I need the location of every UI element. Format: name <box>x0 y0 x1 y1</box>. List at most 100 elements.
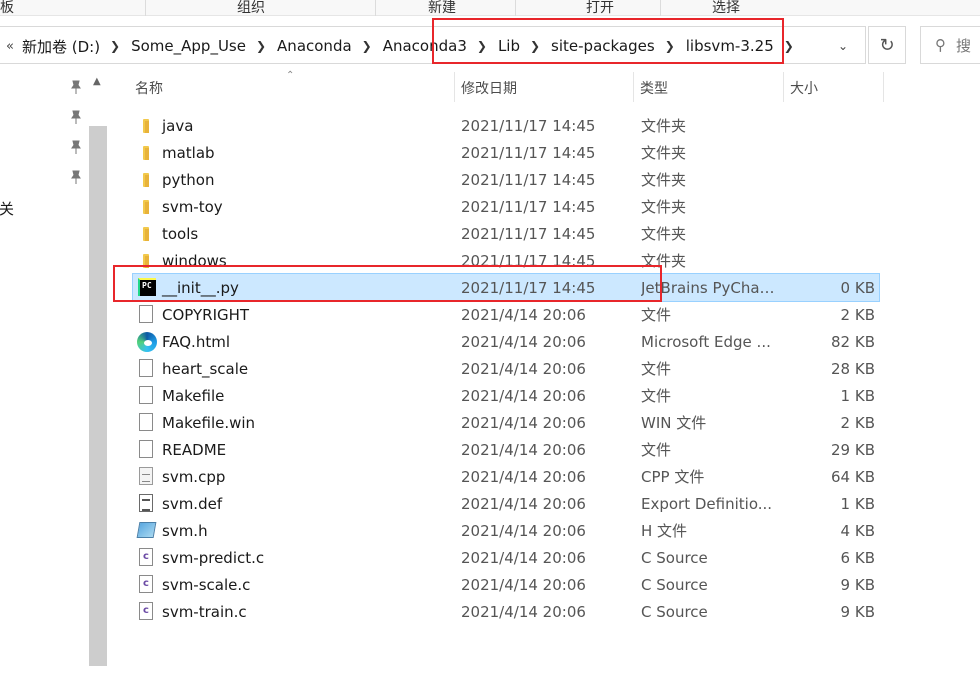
ribbon-group-select[interactable]: 选择 <box>712 0 740 17</box>
scroll-up-icon[interactable]: ▲ <box>93 76 101 87</box>
chevron-right-icon[interactable]: ❯ <box>784 39 794 53</box>
folder-row-tools[interactable]: tools 2021/11/17 14:45 文件夹 <box>133 220 879 247</box>
file-row-readme[interactable]: README 2021/4/14 20:06 文件 29 KB <box>133 436 879 463</box>
file-size: 4 KB <box>840 521 875 540</box>
file-row-svm-train-c[interactable]: c svm-train.c 2021/4/14 20:06 C Source 9… <box>133 598 879 625</box>
file-row-svm-h[interactable]: svm.h 2021/4/14 20:06 H 文件 4 KB <box>133 517 879 544</box>
file-row-svm-scale-c[interactable]: c svm-scale.c 2021/4/14 20:06 C Source 9… <box>133 571 879 598</box>
breadcrumb-overflow-button[interactable]: « <box>6 39 14 54</box>
folder-row-python[interactable]: python 2021/11/17 14:45 文件夹 <box>133 166 879 193</box>
file-date: 2021/4/14 20:06 <box>461 602 586 621</box>
folder-row-java[interactable]: java 2021/11/17 14:45 文件夹 <box>133 112 879 139</box>
file-name: Makefile <box>162 386 225 405</box>
breadcrumb-item-drive[interactable]: 新加卷 (D:) <box>22 36 100 57</box>
nav-item-related[interactable]: 相关 <box>0 198 14 219</box>
column-divider[interactable] <box>454 72 455 102</box>
file-row-svm-def[interactable]: svm.def 2021/4/14 20:06 Export Definitio… <box>133 490 879 517</box>
file-date: 2021/4/14 20:06 <box>461 467 586 486</box>
file-size: 28 KB <box>831 359 875 378</box>
breadcrumb-item-some-app-use[interactable]: Some_App_Use <box>131 37 246 55</box>
file-type: WIN 文件 <box>641 414 707 432</box>
column-divider[interactable] <box>883 72 884 102</box>
annotation-box-path <box>432 18 784 64</box>
file-type: 文件夹 <box>641 171 687 189</box>
file-name: tools <box>162 224 199 243</box>
file-row-faq-html[interactable]: FAQ.html 2021/4/14 20:06 Microsoft Edge … <box>133 328 879 355</box>
c-source-icon: c <box>137 602 155 621</box>
chevron-right-icon[interactable]: ❯ <box>362 39 372 53</box>
file-row-makefile-win[interactable]: Makefile.win 2021/4/14 20:06 WIN 文件 2 KB <box>133 409 879 436</box>
file-row-svm-cpp[interactable]: svm.cpp 2021/4/14 20:06 CPP 文件 64 KB <box>133 463 879 490</box>
file-size: 82 KB <box>831 332 875 351</box>
ribbon-group-organize[interactable]: 组织 <box>237 0 265 17</box>
file-size: 64 KB <box>831 467 875 486</box>
file-name: matlab <box>162 143 215 162</box>
ribbon-separator <box>145 0 146 16</box>
ribbon-bar: 板 组织 新建 打开 选择 <box>0 0 980 16</box>
column-divider[interactable] <box>633 72 634 102</box>
folder-icon <box>137 197 155 216</box>
file-type: CPP 文件 <box>641 468 705 486</box>
chevron-right-icon[interactable]: ❯ <box>256 39 266 53</box>
file-date: 2021/4/14 20:06 <box>461 413 586 432</box>
file-date: 2021/4/14 20:06 <box>461 332 586 351</box>
search-input[interactable]: ⚲ 搜 <box>920 26 980 64</box>
file-type: C Source <box>641 575 708 594</box>
refresh-button[interactable]: ↻ <box>868 26 906 64</box>
file-date: 2021/11/17 14:45 <box>461 143 596 162</box>
column-header-name[interactable]: 名称 <box>135 78 163 98</box>
file-name: svm-scale.c <box>162 575 251 594</box>
file-row-makefile[interactable]: Makefile 2021/4/14 20:06 文件 1 KB <box>133 382 879 409</box>
edge-icon <box>137 332 157 352</box>
file-name: python <box>162 170 215 189</box>
file-date: 2021/4/14 20:06 <box>461 359 586 378</box>
file-name: java <box>162 116 194 135</box>
column-header-row: ⌃ 名称 修改日期 类型 大小 <box>108 70 980 106</box>
column-header-type[interactable]: 类型 <box>640 78 668 98</box>
column-header-date[interactable]: 修改日期 <box>461 78 517 98</box>
ribbon-separator <box>515 0 516 16</box>
folder-row-matlab[interactable]: matlab 2021/11/17 14:45 文件夹 <box>133 139 879 166</box>
file-size: 2 KB <box>840 413 875 432</box>
folder-row-svm-toy[interactable]: svm-toy 2021/11/17 14:45 文件夹 <box>133 193 879 220</box>
sort-ascending-icon: ⌃ <box>286 70 295 81</box>
c-source-icon: c <box>137 548 155 567</box>
file-name: svm-train.c <box>162 602 247 621</box>
ribbon-group-open[interactable]: 打开 <box>586 0 614 17</box>
folder-icon <box>137 116 155 135</box>
file-date: 2021/11/17 14:45 <box>461 116 596 135</box>
file-type: 文件 <box>641 441 672 459</box>
ribbon-separator <box>660 0 661 16</box>
file-row-svm-predict-c[interactable]: c svm-predict.c 2021/4/14 20:06 C Source… <box>133 544 879 571</box>
column-header-size[interactable]: 大小 <box>790 78 818 98</box>
def-file-icon <box>137 494 155 513</box>
chevron-down-icon[interactable]: ⌄ <box>838 39 848 53</box>
nav-scrollbar-thumb[interactable] <box>89 126 107 666</box>
file-date: 2021/4/14 20:06 <box>461 575 586 594</box>
file-size: 0 KB <box>840 278 875 297</box>
search-placeholder: 搜 <box>956 36 972 55</box>
annotation-box-init-py <box>113 265 662 302</box>
folder-icon <box>137 143 155 162</box>
ribbon-group-new[interactable]: 新建 <box>428 0 456 17</box>
file-type: 文件夹 <box>641 117 687 135</box>
ribbon-separator <box>375 0 376 16</box>
file-icon <box>137 413 155 432</box>
breadcrumb-item-anaconda[interactable]: Anaconda <box>277 37 352 55</box>
chevron-right-icon[interactable]: ❯ <box>110 39 120 53</box>
file-date: 2021/4/14 20:06 <box>461 305 586 324</box>
pin-icon[interactable] <box>70 110 82 124</box>
column-divider[interactable] <box>783 72 784 102</box>
pin-icon[interactable] <box>70 170 82 184</box>
file-row-heart-scale[interactable]: heart_scale 2021/4/14 20:06 文件 28 KB <box>133 355 879 382</box>
file-type: Export Definitio... <box>641 494 773 513</box>
ribbon-group-clipboard[interactable]: 板 <box>0 0 14 17</box>
file-type: 文件夹 <box>641 144 687 162</box>
file-date: 2021/4/14 20:06 <box>461 494 586 513</box>
file-row-copyright[interactable]: COPYRIGHT 2021/4/14 20:06 文件 2 KB <box>133 301 879 328</box>
file-type: C Source <box>641 548 708 567</box>
pin-icon[interactable] <box>70 80 82 94</box>
pin-icon[interactable] <box>70 140 82 154</box>
file-date: 2021/11/17 14:45 <box>461 224 596 243</box>
navigation-pane: ▲ 相关 <box>0 72 108 675</box>
